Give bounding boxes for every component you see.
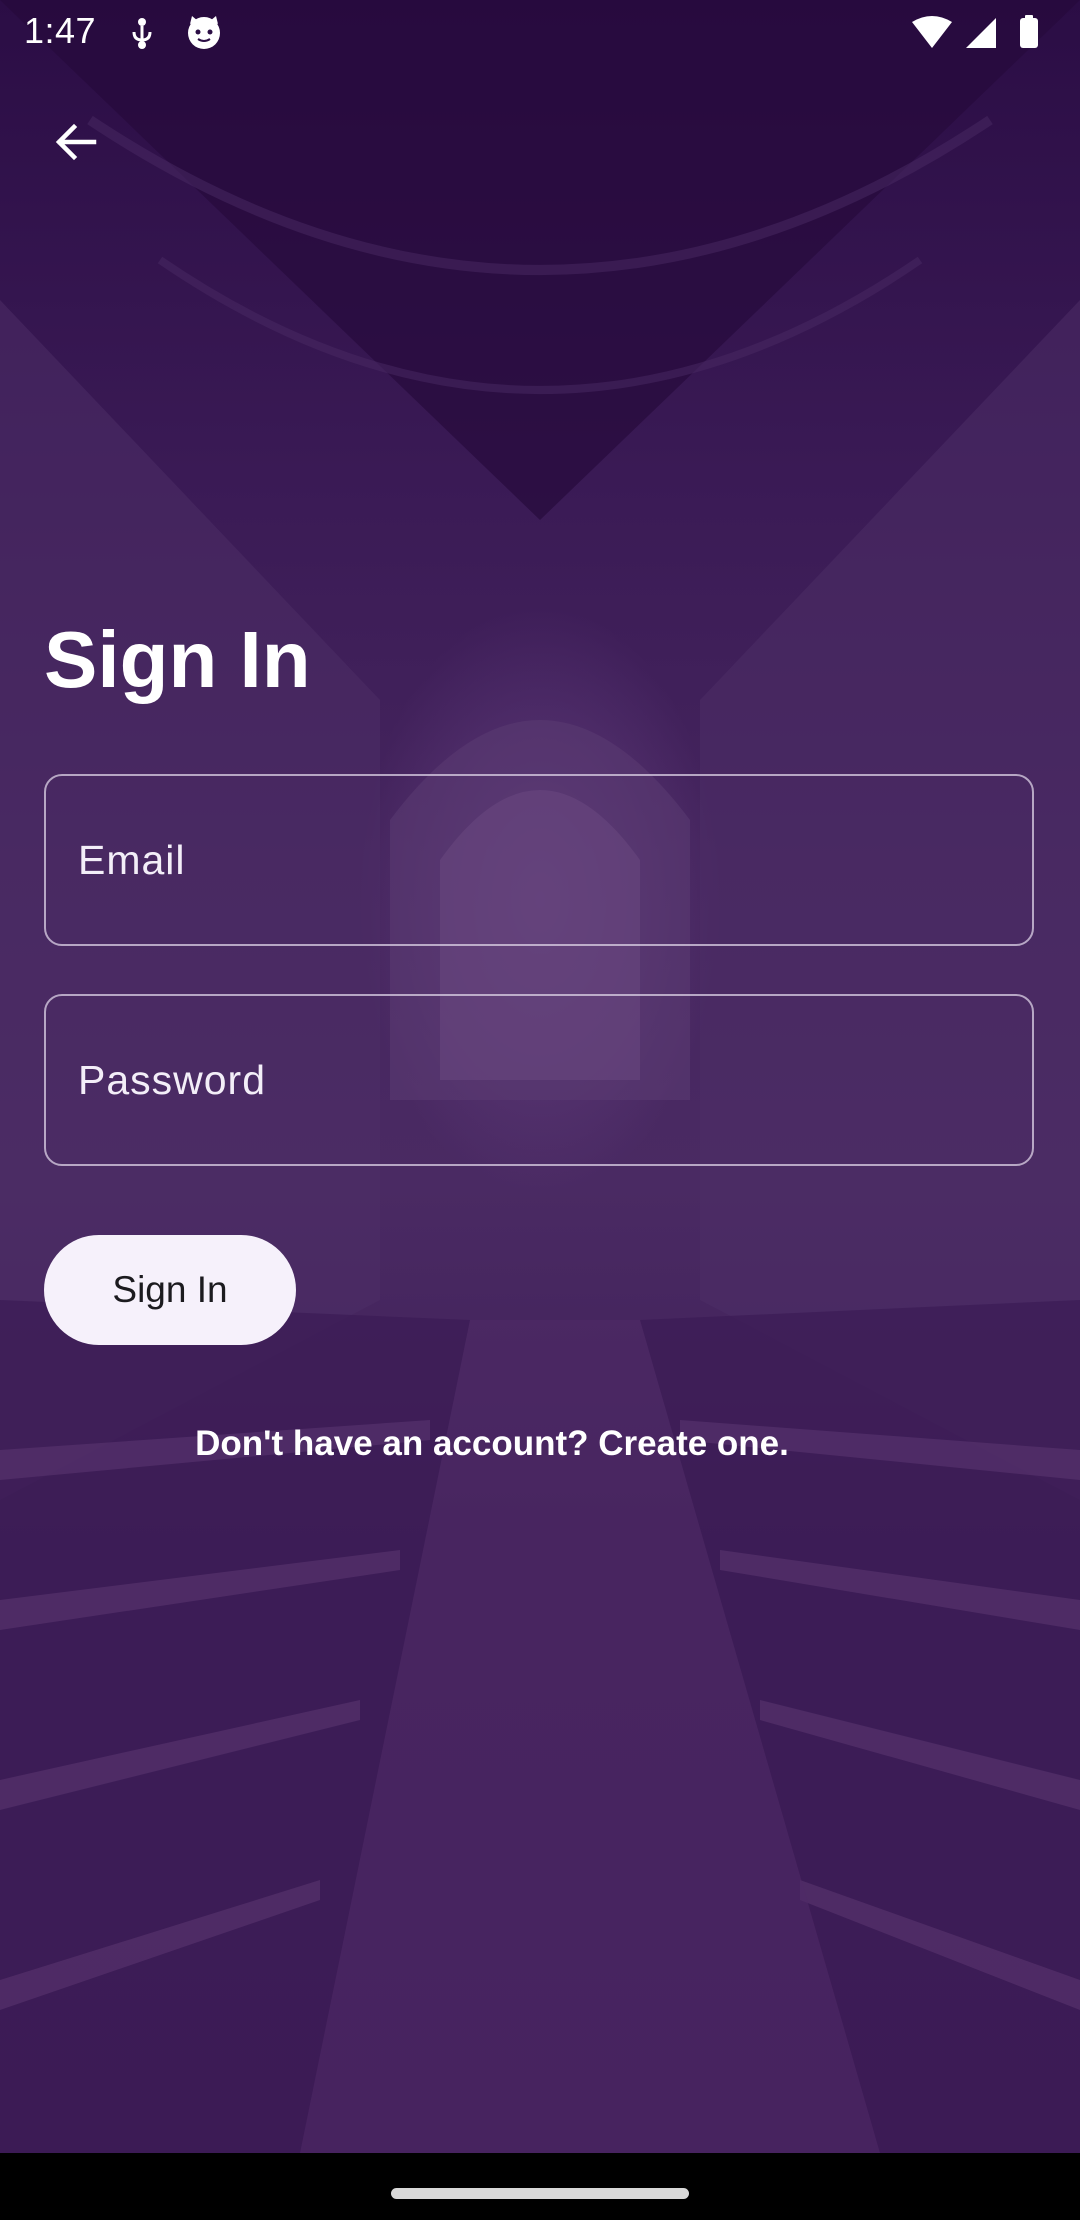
home-gesture-handle[interactable] [391, 2188, 689, 2199]
status-time: 1:47 [24, 10, 97, 51]
sign-in-screen: 1:47 Sign In Email Sign In Don't have an… [0, 0, 1080, 2220]
page-title: Sign In [44, 615, 311, 704]
status-right-icons [910, 14, 1050, 52]
signal-icon [966, 18, 996, 48]
battery-icon [1020, 18, 1038, 48]
arrow-left-icon [55, 123, 97, 161]
password-field-container [44, 994, 1034, 1166]
email-field[interactable] [46, 776, 1032, 944]
status-left-icons [128, 14, 238, 52]
create-account-link[interactable]: Don't have an account? Create one. [0, 1424, 984, 1464]
email-field-container [44, 774, 1034, 946]
navigation-bar [0, 2153, 1080, 2220]
back-button[interactable] [36, 102, 116, 182]
usb-debug-icon [132, 18, 152, 49]
sign-in-button[interactable]: Sign In [44, 1235, 296, 1345]
wifi-icon [912, 16, 952, 48]
password-field[interactable] [46, 996, 1032, 1164]
status-bar: 1:47 [0, 0, 1080, 66]
cat-face-icon [188, 16, 220, 49]
